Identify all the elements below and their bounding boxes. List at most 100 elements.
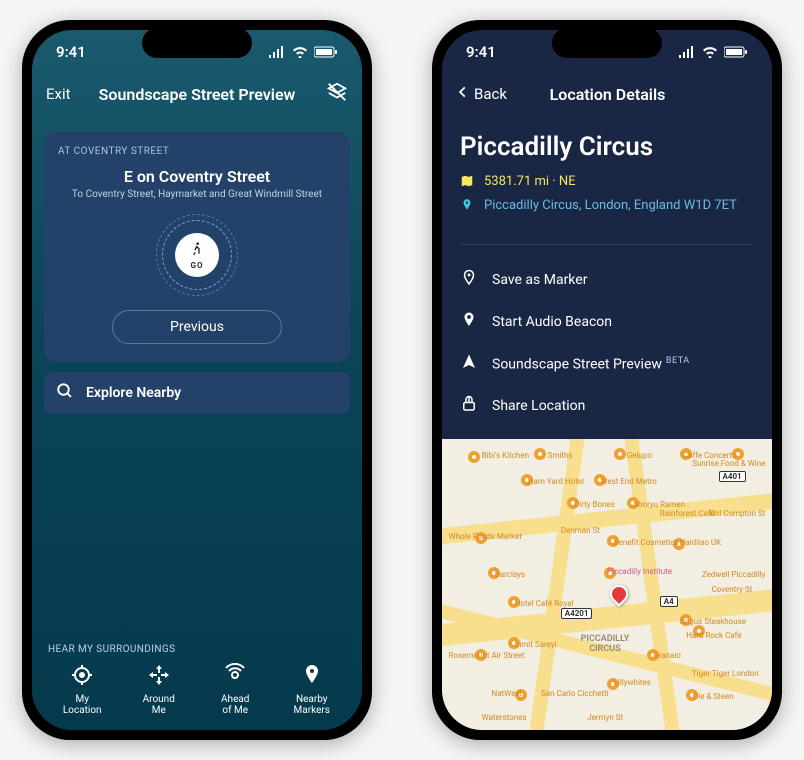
layers-icon: [326, 89, 348, 107]
status-time: 9:41: [56, 43, 86, 61]
poi-label: Jermyn St: [587, 713, 623, 722]
poi-label: Waterstones: [482, 713, 527, 722]
marker-add-icon: [460, 269, 478, 291]
exit-button[interactable]: Exit: [46, 85, 96, 103]
pin-icon: [460, 198, 474, 216]
map-icon: [460, 174, 474, 192]
go-button[interactable]: GO: [156, 214, 238, 296]
screen-location-details: 9:41 Back Location Details: [442, 30, 772, 730]
share-icon: [460, 395, 478, 417]
back-button[interactable]: Back: [456, 85, 507, 103]
poi-label: Ham Yard Hotel: [528, 477, 584, 486]
road-badge-a401: A401: [719, 471, 746, 482]
my-location-button[interactable]: MyLocation: [46, 663, 118, 716]
place-header: Piccadilly Circus 5381.71 mi · NE Piccad…: [442, 114, 772, 234]
nearby-markers-button[interactable]: NearbyMarkers: [276, 663, 348, 716]
cellular-icon: [678, 46, 696, 58]
page-title: Location Details: [507, 85, 708, 104]
screen-street-preview: 9:41 Exit Soundscape Street Preview: [32, 30, 362, 730]
map-center-label: PICCADILLYCIRCUS: [581, 634, 630, 654]
place-name: Piccadilly Circus: [460, 132, 754, 162]
poi-label: Whole Foods Market: [449, 532, 522, 541]
preview-card: AT COVENTRY STREET E on Coventry Street …: [44, 132, 350, 362]
poi-label: Lillywhites: [614, 678, 651, 687]
poi-label: Hard Rock Cafe: [686, 631, 741, 640]
poi-dot: [614, 448, 626, 460]
go-label: GO: [191, 261, 204, 270]
layers-toggle-button[interactable]: [298, 81, 348, 107]
poi-label: Caffe Concerto: [683, 451, 737, 460]
arrows-out-icon: [147, 663, 171, 690]
around-me-button[interactable]: AroundMe: [123, 663, 195, 716]
address-text: Piccadilly Circus, London, England W1D 7…: [484, 198, 737, 213]
audio-beacon-button[interactable]: Start Audio Beacon: [460, 301, 754, 343]
poi-label: Benefit Cosmetics: [614, 538, 679, 547]
markers-icon: [300, 663, 324, 690]
radar-icon: [223, 663, 247, 690]
poi-label: Coventry St: [711, 585, 752, 594]
road-badge-a4201: A4201: [561, 608, 593, 619]
poi-label: Dirty Bones: [574, 500, 615, 509]
poi-label: Zedwell Piccadilly: [702, 570, 765, 579]
divider: [460, 244, 754, 245]
search-icon: [56, 382, 74, 404]
bottom-actions: HEAR MY SURROUNDINGS MyLocation AroundMe: [32, 644, 362, 716]
poi-label: Gelupo: [627, 451, 652, 460]
navigation-arrow-icon: [460, 353, 478, 375]
nav-bar: Back Location Details: [442, 74, 772, 114]
status-time: 9:41: [466, 43, 496, 61]
previous-button[interactable]: Previous: [112, 310, 282, 344]
destination-desc: To Coventry Street, Haymarket and Great …: [58, 189, 336, 200]
poi-label: Ole & Steen: [693, 692, 734, 701]
save-marker-button[interactable]: Save as Marker: [460, 259, 754, 301]
address-row: Piccadilly Circus, London, England W1D 7…: [460, 198, 754, 216]
notch: [142, 28, 252, 58]
poi-label: San Carlo Cicchetti: [541, 689, 609, 698]
battery-icon: [724, 46, 748, 58]
action-list: Save as Marker Start Audio Beacon Sounds…: [442, 255, 772, 439]
poi-label: Granaio: [653, 651, 681, 660]
nav-bar: Exit Soundscape Street Preview: [32, 74, 362, 114]
phone-right: 9:41 Back Location Details: [432, 20, 782, 740]
poi-label: Denman St: [561, 526, 600, 535]
street-preview-button[interactable]: Soundscape Street PreviewBETA: [460, 343, 754, 385]
explore-label: Explore Nearby: [86, 385, 181, 401]
map-view[interactable]: A4201 A4 A401: [442, 439, 772, 730]
hear-surroundings-label: HEAR MY SURROUNDINGS: [44, 644, 350, 655]
beacon-icon: [460, 311, 478, 333]
poi-label: Bibi's Kitchen: [482, 451, 529, 460]
go-inner: GO: [175, 233, 219, 277]
explore-nearby-button[interactable]: Explore Nearby: [44, 372, 350, 414]
poi-dot: [468, 451, 480, 463]
actions-row: MyLocation AroundMe Aheadof Me: [44, 663, 350, 716]
poi-label: Shoryu Ramen: [633, 500, 685, 509]
map-pin: [607, 581, 632, 606]
road-badge-a4: A4: [660, 596, 678, 607]
chevron-left-icon: [456, 85, 470, 103]
beta-badge: BETA: [666, 356, 690, 366]
poi-label: Sunrise Food & Wine: [692, 459, 765, 468]
at-label: AT COVENTRY STREET: [58, 146, 336, 157]
poi-label: Angus Steakhouse: [680, 617, 746, 626]
location-target-icon: [70, 663, 94, 690]
distance-text: 5381.71 mi · NE: [484, 174, 576, 189]
wifi-icon: [292, 46, 308, 58]
page-title: Soundscape Street Preview: [96, 85, 298, 104]
direction-title: E on Coventry Street: [58, 167, 336, 186]
status-icons: [678, 46, 748, 58]
poi-label: Smiths: [548, 451, 573, 460]
phone-left: 9:41 Exit Soundscape Street Preview: [22, 20, 372, 740]
share-location-button[interactable]: Share Location: [460, 385, 754, 427]
poi-label: Simit Sarayi: [515, 640, 557, 649]
poi-label: NatWest: [492, 689, 523, 698]
poi-label: Barclays: [495, 570, 525, 579]
cellular-icon: [268, 46, 286, 58]
poi-label: Haidilao UK: [680, 538, 722, 547]
poi-label: Old Compton St: [709, 509, 765, 518]
poi-label: Hotel Café Royal: [515, 599, 574, 608]
ahead-of-me-button[interactable]: Aheadof Me: [199, 663, 271, 716]
poi-label: Piccadilly Institute: [607, 567, 672, 576]
poi-label: Rosemount Air Street: [449, 651, 525, 660]
wifi-icon: [702, 46, 718, 58]
battery-icon: [314, 46, 338, 58]
